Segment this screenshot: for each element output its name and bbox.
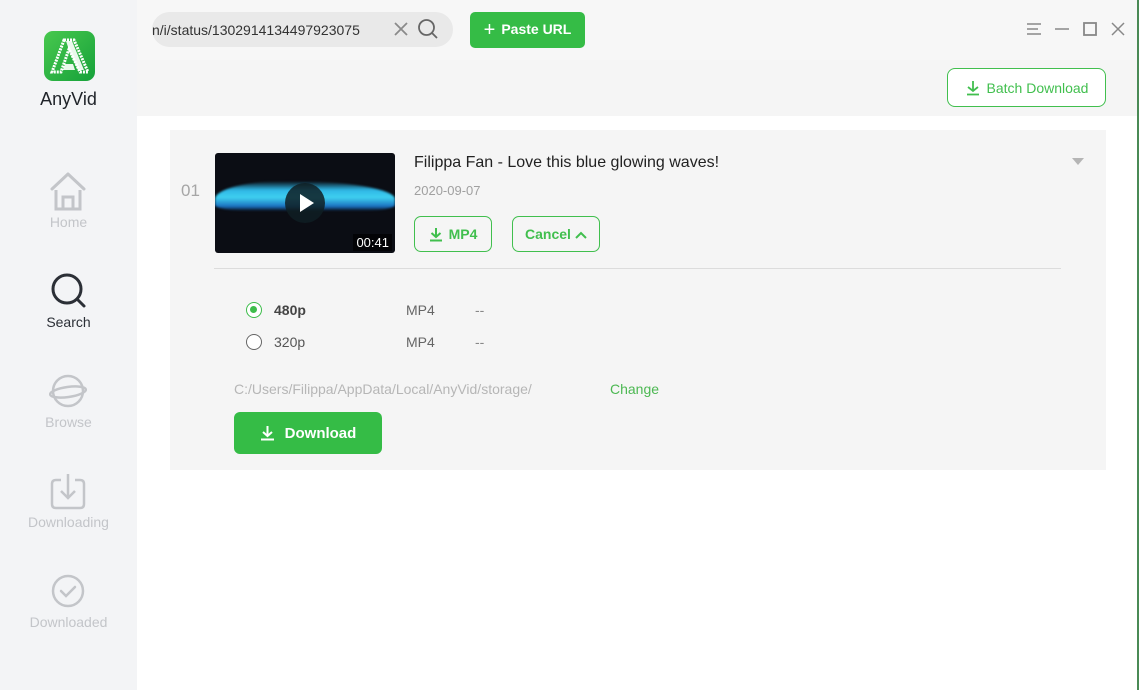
download-label: Download <box>284 424 357 442</box>
maximize-icon[interactable] <box>1081 20 1099 38</box>
video-title: Filippa Fan - Love this blue glowing wav… <box>414 154 720 171</box>
change-path-link[interactable]: Change <box>610 381 659 397</box>
sidebar: AnyVid Home Search Browse Downloading Do… <box>0 0 137 690</box>
video-date: 2020-09-07 <box>414 183 481 198</box>
paste-url-label: Paste URL <box>501 20 572 37</box>
quality-label: 480p <box>274 302 306 318</box>
toolbar: Batch Download <box>137 60 1139 116</box>
plus-icon: + <box>483 18 496 41</box>
sidebar-item-downloading[interactable]: Downloading <box>0 470 137 540</box>
download-icon <box>260 425 274 440</box>
caret-down-icon[interactable] <box>1072 158 1084 165</box>
url-search-box <box>152 12 453 47</box>
app-name: AnyVid <box>40 89 97 109</box>
menu-icon[interactable] <box>1025 20 1043 38</box>
download-tray-icon <box>50 474 86 510</box>
search-icon[interactable] <box>417 18 439 40</box>
download-icon <box>966 80 979 95</box>
cancel-button[interactable]: Cancel <box>512 216 600 252</box>
planet-icon <box>49 374 87 408</box>
quality-format: MP4 <box>406 302 435 318</box>
quality-option-320p[interactable]: 320p MP4 -- <box>246 332 546 352</box>
download-button[interactable]: Download <box>234 412 382 454</box>
quality-format: MP4 <box>406 334 435 350</box>
search-icon <box>51 273 86 308</box>
batch-download-button[interactable]: Batch Download <box>947 68 1106 107</box>
paste-url-button[interactable]: + Paste URL <box>470 12 585 48</box>
quality-size: -- <box>475 302 485 318</box>
video-duration: 00:41 <box>353 234 392 251</box>
sidebar-item-label: Downloaded <box>29 614 108 630</box>
sidebar-item-search[interactable]: Search <box>0 270 137 340</box>
check-circle-icon <box>51 574 85 608</box>
minimize-icon[interactable] <box>1053 20 1071 38</box>
sidebar-item-home[interactable]: Home <box>0 170 137 240</box>
top-bar: + Paste URL <box>137 0 1139 60</box>
video-thumbnail[interactable]: 00:41 <box>215 153 395 253</box>
quality-option-480p[interactable]: 480p MP4 -- <box>246 300 546 320</box>
quality-size: -- <box>475 334 485 350</box>
radio-unselected[interactable] <box>246 334 262 350</box>
sidebar-item-label: Downloading <box>28 514 109 530</box>
video-result-card: 01 00:41 Filippa Fan - Love this blue gl… <box>170 130 1106 470</box>
sidebar-item-downloaded[interactable]: Downloaded <box>0 570 137 640</box>
batch-download-label: Batch Download <box>986 79 1089 96</box>
divider <box>214 268 1061 269</box>
radio-selected[interactable] <box>246 302 262 318</box>
mp4-button-label: MP4 <box>448 226 478 242</box>
play-icon[interactable] <box>285 183 325 223</box>
home-icon <box>50 172 86 211</box>
quality-label: 320p <box>274 334 306 350</box>
cancel-label: Cancel <box>525 226 571 242</box>
clear-icon[interactable] <box>392 20 410 38</box>
mp4-download-button[interactable]: MP4 <box>414 216 492 252</box>
sidebar-item-label: Home <box>49 214 88 230</box>
sidebar-item-browse[interactable]: Browse <box>0 370 137 440</box>
anyvid-logo <box>44 31 95 81</box>
save-path: C:/Users/Filippa/AppData/Local/AnyVid/st… <box>234 381 532 397</box>
sidebar-item-label: Browse <box>45 414 92 430</box>
sidebar-item-label: Search <box>46 314 91 330</box>
chevron-up-icon <box>575 231 587 239</box>
url-input[interactable] <box>152 12 388 47</box>
close-icon[interactable] <box>1109 20 1127 38</box>
download-icon <box>429 228 442 242</box>
result-index: 01 <box>181 181 200 200</box>
